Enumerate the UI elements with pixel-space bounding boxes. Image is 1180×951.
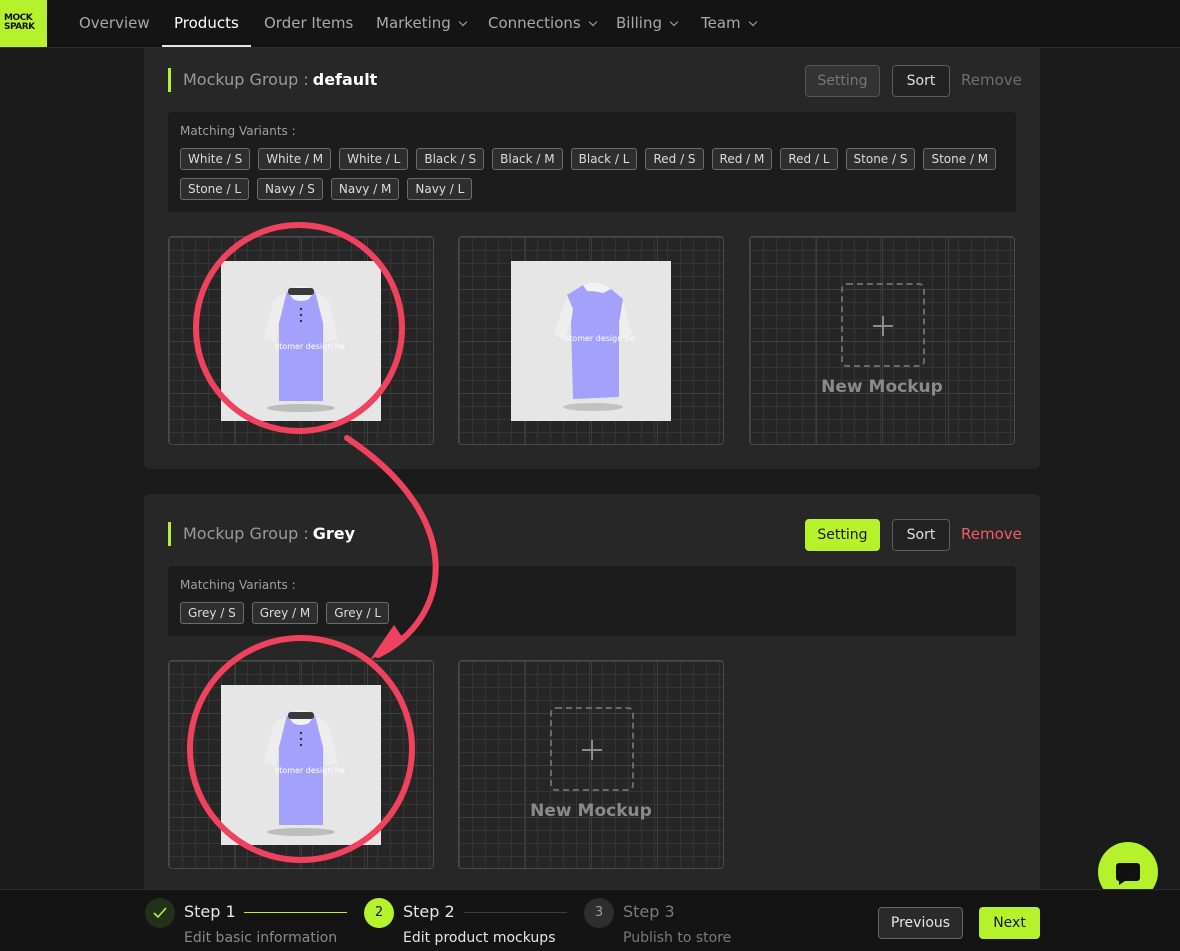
group-title-prefix: Mockup Group : xyxy=(183,524,309,543)
step-3-title: Step 3 xyxy=(623,902,675,921)
nav-products[interactable]: Products xyxy=(162,0,251,47)
previous-button[interactable]: Previous xyxy=(878,907,963,939)
remove-button[interactable]: Remove xyxy=(961,70,1022,90)
logo[interactable]: MOCK SPARK xyxy=(0,0,47,47)
new-mockup-label: New Mockup xyxy=(530,801,652,821)
mockup-image-angle: stomer design he xyxy=(511,261,671,421)
variant-chip: Red / L xyxy=(780,148,838,170)
nav-billing[interactable]: Billing xyxy=(616,0,679,47)
group-title-prefix: Mockup Group : xyxy=(183,70,309,89)
nav-team[interactable]: Team xyxy=(701,0,757,47)
variant-chip: Stone / M xyxy=(923,148,997,170)
chevron-down-icon xyxy=(588,17,597,27)
mockup-tile[interactable]: stomer design he xyxy=(168,236,434,445)
nav-label: Overview xyxy=(79,14,150,32)
plus-icon xyxy=(841,283,925,367)
mockup-tile[interactable]: stomer design he xyxy=(168,660,434,869)
nav-marketing[interactable]: Marketing xyxy=(376,0,468,47)
variant-chip-list: Grey / S Grey / M Grey / L xyxy=(180,602,1000,624)
check-icon xyxy=(145,898,175,928)
sort-button[interactable]: Sort xyxy=(892,65,950,97)
nav-connections[interactable]: Connections xyxy=(488,0,597,47)
variant-chip-list: White / S White / M White / L Black / S Blac… xyxy=(180,148,1000,200)
new-mockup-tile[interactable]: New Mockup xyxy=(458,660,724,869)
matching-variants-label: Matching Variants : xyxy=(180,578,296,592)
variant-chip: Navy / L xyxy=(407,178,473,200)
next-button[interactable]: Next xyxy=(979,907,1040,939)
mockup-image-front: stomer design he xyxy=(221,261,381,421)
setting-button[interactable]: Setting xyxy=(805,519,880,551)
variant-chip: Stone / L xyxy=(180,178,250,200)
mockup-image-front: stomer design he xyxy=(221,685,381,845)
matching-variants-box: Matching Variants : White / S White / M Wh… xyxy=(168,112,1016,212)
variant-chip: Navy / S xyxy=(257,178,323,200)
mockup-design-text: stomer design he xyxy=(275,342,345,351)
group-title: Mockup Group : Grey xyxy=(168,522,355,546)
sort-button[interactable]: Sort xyxy=(892,519,950,551)
remove-button[interactable]: Remove xyxy=(961,524,1022,544)
step-connector xyxy=(244,912,347,913)
step-3-circle: 3 xyxy=(584,898,614,928)
matching-variants-box: Matching Variants : Grey / S Grey / M Grey… xyxy=(168,566,1016,636)
nav-label: Billing xyxy=(616,14,662,32)
variant-chip: Stone / S xyxy=(845,148,916,170)
group-name: Grey xyxy=(312,524,356,543)
step-2-title: Step 2 xyxy=(403,902,455,921)
nav-label: Marketing xyxy=(376,14,451,32)
variant-chip: Grey / M xyxy=(251,602,319,624)
step-2-desc: Edit product mockups xyxy=(403,930,556,946)
top-nav: MOCK SPARK Overview Products Order Items… xyxy=(0,0,1180,48)
nav-label: Team xyxy=(701,14,741,32)
step-3-desc: Publish to store xyxy=(623,930,732,946)
matching-variants-label: Matching Variants : xyxy=(180,124,296,138)
variant-chip: Red / S xyxy=(645,148,704,170)
nav-order-items[interactable]: Order Items xyxy=(264,0,353,47)
group-name: default xyxy=(312,70,378,89)
variant-chip: White / S xyxy=(180,148,251,170)
nav-overview[interactable]: Overview xyxy=(79,0,150,47)
variant-chip: Navy / M xyxy=(330,178,400,200)
setting-button[interactable]: Setting xyxy=(805,65,880,97)
mockup-group-default: Mockup Group : default Setting Sort Remov… xyxy=(144,40,1040,469)
variant-chip: Red / M xyxy=(711,148,773,170)
chevron-down-icon xyxy=(748,17,757,27)
chevron-down-icon xyxy=(458,17,468,27)
group-title: Mockup Group : default xyxy=(168,68,377,92)
step-1-desc: Edit basic information xyxy=(184,930,338,946)
variant-chip: White / M xyxy=(258,148,332,170)
variant-chip: Black / L xyxy=(570,148,638,170)
mockup-design-text: stomer design he xyxy=(275,766,345,775)
mockup-design-text: stomer design he xyxy=(565,334,635,343)
new-mockup-label: New Mockup xyxy=(821,377,943,397)
variant-chip: Grey / L xyxy=(326,602,390,624)
mockup-group-grey: Mockup Group : Grey Setting Sort Remove M… xyxy=(144,494,1040,914)
step-bar: Step 1 Edit basic information 2 Step 2 E… xyxy=(0,889,1180,951)
step-connector xyxy=(464,912,567,913)
chevron-down-icon xyxy=(669,17,679,27)
logo-line-2: SPARK xyxy=(4,22,35,32)
variant-chip: Grey / S xyxy=(180,602,244,624)
nav-label: Products xyxy=(174,14,239,32)
step-1-title: Step 1 xyxy=(184,902,236,921)
step-2-circle: 2 xyxy=(364,898,394,928)
variant-chip: Black / M xyxy=(492,148,563,170)
mockup-tile[interactable]: stomer design he xyxy=(458,236,724,445)
nav-label: Connections xyxy=(488,14,581,32)
new-mockup-tile[interactable]: New Mockup xyxy=(749,236,1015,445)
variant-chip: Black / S xyxy=(416,148,485,170)
plus-icon xyxy=(550,707,634,791)
nav-label: Order Items xyxy=(264,14,354,32)
variant-chip: White / L xyxy=(339,148,409,170)
